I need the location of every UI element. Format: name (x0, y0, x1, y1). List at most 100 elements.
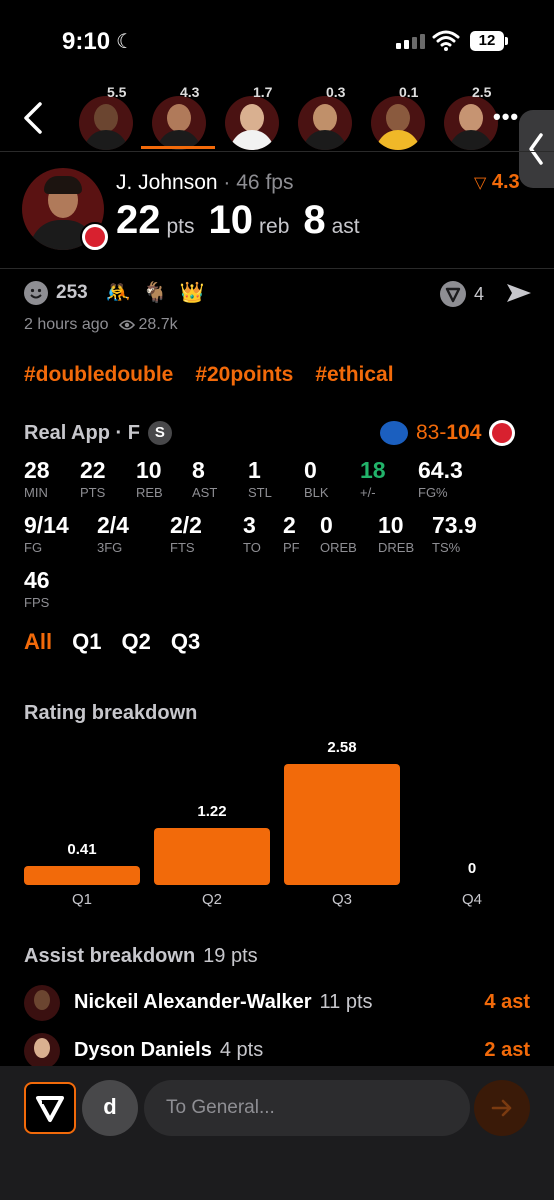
stat-label: FG% (418, 485, 448, 500)
assist-count: 4 ast (484, 991, 530, 1013)
stat-cell: 64.3 FG% (418, 457, 463, 500)
stat-cell: 9/14 FG (24, 512, 69, 555)
feed-button[interactable]: 4 (440, 281, 484, 307)
stat-label: TO (243, 540, 261, 555)
back-arrow-icon[interactable] (18, 98, 48, 138)
stat-label: +/- (360, 485, 376, 500)
stat-value: 3 (243, 512, 256, 538)
arrow-right-icon (491, 1099, 512, 1117)
stat-cell: 10 REB (136, 457, 163, 500)
stat-cell: 28 MIN (24, 457, 50, 500)
stat-cell: 3 TO (243, 512, 261, 555)
tab-all[interactable]: All (24, 629, 52, 655)
stat-cell: 73.9 TS% (432, 512, 477, 555)
tab-q1[interactable]: Q1 (72, 629, 101, 655)
send-button[interactable] (474, 1080, 530, 1136)
player-name[interactable]: J. Johnson · 46 fps (116, 171, 293, 195)
chevron-left-icon (529, 133, 543, 165)
opponent-logo-icon (380, 421, 408, 445)
chart-bar (24, 865, 140, 885)
ast-value: 8 (303, 198, 326, 242)
game-score[interactable]: 83-104 (380, 420, 516, 446)
divider (0, 268, 554, 269)
hashtag[interactable]: #ethical (315, 363, 393, 387)
stat-label: BLK (304, 485, 329, 500)
stat-label: 3FG (97, 540, 123, 555)
more-options-icon[interactable]: ••• (493, 104, 519, 130)
player-strip-avatar (298, 96, 352, 150)
stat-value: 22 (80, 457, 106, 483)
user-avatar[interactable]: d (82, 1080, 138, 1136)
stat-label: AST (192, 485, 218, 500)
stat-label: DREB (378, 540, 415, 555)
stat-value: 28 (24, 457, 50, 483)
stat-value: 9/14 (24, 512, 69, 538)
feed-count: 4 (474, 283, 485, 304)
stat-label: PF (283, 540, 300, 555)
team-logo-icon (489, 420, 516, 446)
source-label: Real App · F (24, 421, 140, 444)
hashtag[interactable]: #doubledouble (24, 363, 173, 387)
assist-row[interactable]: Nickeil Alexander-Walker 11 pts 4 ast (24, 985, 530, 1021)
x-tick-label: Q3 (331, 891, 352, 908)
stat-value: 0 (320, 512, 333, 538)
stat-cell: 2 PF (283, 512, 300, 555)
tab-q3[interactable]: Q3 (171, 629, 200, 655)
stat-label: STL (248, 485, 272, 500)
selected-player-indicator (141, 146, 215, 149)
stat-label: FTS (170, 540, 195, 555)
player-fps: · 46 fps (223, 171, 294, 194)
teammate-avatar (24, 1033, 60, 1069)
hashtag[interactable]: #20points (195, 363, 293, 387)
tab-q2[interactable]: Q2 (121, 629, 150, 655)
views-count: 28.7k (138, 316, 178, 333)
react-smiley-icon[interactable] (24, 280, 48, 305)
reaction-emoji[interactable]: 🐐 (143, 280, 168, 305)
stat-value: 10 (378, 512, 404, 538)
stat-value: 10 (136, 457, 162, 483)
status-time: 9:10 (62, 28, 111, 55)
stat-value: 18 (360, 457, 386, 483)
x-tick-label: Q4 (461, 891, 482, 908)
reactions-count: 253 (56, 281, 88, 303)
bar-value-label: 1.22 (197, 802, 227, 820)
x-tick-label: Q2 (201, 891, 222, 908)
post-meta: 2 hours ago 28.7k (24, 316, 178, 334)
stat-cell: 46 FPS (24, 567, 50, 610)
side-panel-tab[interactable] (519, 110, 554, 188)
wifi-icon (432, 30, 460, 51)
reactions-row: 253 🤼 🐐 👑 (24, 280, 204, 305)
message-input[interactable] (144, 1080, 470, 1136)
bar-value-label: 0 (467, 860, 477, 877)
stat-cell: 22 PTS (80, 457, 106, 500)
stat-label: TS% (432, 540, 461, 555)
stat-label: FG (24, 540, 43, 555)
teammate-name: Dyson Daniels (74, 1039, 212, 1061)
stat-value: 2 (283, 512, 296, 538)
stat-label: MIN (24, 485, 48, 500)
views: 28.7k (118, 316, 178, 334)
assist-count: 2 ast (484, 1039, 530, 1061)
reaction-emoji[interactable]: 👑 (180, 280, 205, 305)
stat-value: 2/2 (170, 512, 202, 538)
player-strip-score: 0.3 (326, 84, 346, 100)
stat-value: 1 (248, 457, 261, 483)
moon-icon: ☾ (116, 31, 134, 53)
teammate-pts: 11 pts (319, 991, 373, 1013)
chart-bar (284, 764, 400, 885)
signal-icon (396, 34, 425, 49)
eye-icon (118, 320, 135, 330)
share-icon[interactable] (505, 281, 533, 305)
teammate-name: Nickeil Alexander-Walker (74, 991, 312, 1013)
reaction-emoji[interactable]: 🤼 (106, 280, 131, 305)
hashtags: #doubledouble #20points #ethical (24, 363, 394, 387)
player-strip-score: 4.3 (180, 84, 200, 100)
stat-cell: 18 +/- (360, 457, 386, 500)
assist-row[interactable]: Dyson Daniels 4 pts 2 ast (24, 1033, 530, 1069)
app-v-icon (440, 281, 466, 307)
app-logo-icon[interactable] (24, 1082, 76, 1134)
battery-tip (505, 37, 508, 45)
opponent-score: 83- (416, 421, 447, 444)
player-strip-avatar (444, 96, 498, 150)
stat-cell: 0 OREB (320, 512, 357, 555)
